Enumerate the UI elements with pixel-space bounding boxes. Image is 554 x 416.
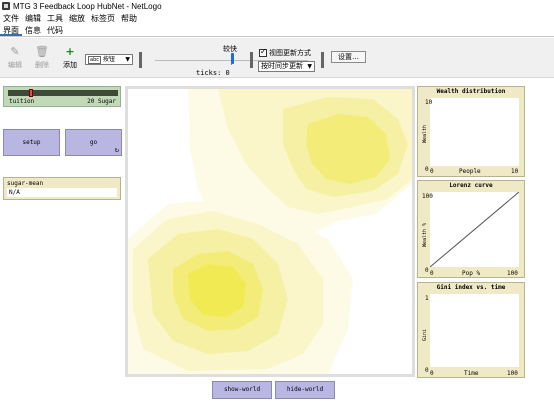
go-button[interactable]: go ↻ <box>65 129 122 156</box>
trash-icon: 🗑 <box>35 45 49 58</box>
plot-xmax: 10 <box>511 168 519 175</box>
plot-ylabel: Gini <box>422 328 428 341</box>
plot-ylabel: Wealth % <box>422 222 428 247</box>
plot-xmax: 100 <box>507 270 518 277</box>
window-title: MTG 3 Feedback Loop HubNet - NetLogo <box>13 1 162 11</box>
menu-bar: 文件 编辑 工具 缩放 标签页 帮助 <box>0 12 554 24</box>
lorenz-equality-line <box>429 191 520 268</box>
plot-ymin: 0 <box>425 367 429 374</box>
pencil-icon: ✎ <box>10 45 20 58</box>
speed-slider-thumb[interactable] <box>231 53 234 64</box>
tab-strip: 界面 信息 代码 <box>0 25 554 37</box>
title-bar: MTG 3 Feedback Loop HubNet - NetLogo <box>0 0 554 12</box>
gini-index-plot[interactable]: Gini index vs. time 1 0 Gini 0 Time 100 <box>417 282 525 378</box>
edit-button[interactable]: ✎ 编辑 <box>4 46 26 70</box>
view-updates-toggle[interactable]: 视图更新方式 <box>259 47 311 58</box>
tab-info[interactable]: 信息 <box>22 25 44 36</box>
lorenz-curve-plot[interactable]: Lorenz curve 100 0 Wealth % 0 Pop % 100 <box>417 180 525 278</box>
menu-edit[interactable]: 编辑 <box>25 13 41 24</box>
chevron-down-icon: ▼ <box>125 56 130 63</box>
wealth-distribution-plot[interactable]: Wealth distribution 10 0 Wealth 0 People… <box>417 86 525 177</box>
plot-xmax: 100 <box>507 370 518 377</box>
settings-button[interactable]: 设置… <box>331 51 366 63</box>
tab-interface[interactable]: 界面 <box>0 25 22 36</box>
view-updates-checkbox[interactable] <box>259 47 267 57</box>
tab-code[interactable]: 代码 <box>44 25 66 36</box>
plot-ymin: 0 <box>425 267 429 274</box>
plot-xlabel: Time <box>464 370 479 377</box>
plot-ymax: 100 <box>422 193 433 200</box>
add-button[interactable]: + 添加 <box>59 46 81 70</box>
toolbar: ✎ 编辑 🗑 删除 + 添加 abc 按钮 ▼ 较快 ticks: 0 视图更新… <box>0 38 554 78</box>
slider-track[interactable] <box>8 90 118 96</box>
menu-tools[interactable]: 工具 <box>47 13 63 24</box>
plot-ylabel: Wealth <box>422 124 428 143</box>
monitor-value: N/A <box>7 188 117 197</box>
speed-label: 较快 <box>223 45 237 53</box>
plot-title: Lorenz curve <box>449 182 493 189</box>
ticks-counter: ticks: 0 <box>196 69 230 77</box>
slider-label: tuition <box>9 98 35 105</box>
plot-ymax: 1 <box>425 295 429 302</box>
monitor-label: sugar-mean <box>7 180 44 187</box>
plot-ymax: 10 <box>425 99 433 106</box>
sugar-mean-monitor: sugar-mean N/A <box>3 177 121 200</box>
toolbar-separator <box>139 52 142 68</box>
plot-title: Wealth distribution <box>436 88 506 95</box>
plot-area <box>429 191 520 268</box>
menu-file[interactable]: 文件 <box>3 13 19 24</box>
widget-type-select[interactable]: abc 按钮 ▼ <box>85 54 133 65</box>
netlogo-app-icon <box>2 2 10 10</box>
sugar-landscape <box>128 89 412 374</box>
tuition-slider[interactable]: tuition 20 Sugar <box>3 86 121 107</box>
slider-value: 20 Sugar <box>87 98 116 105</box>
show-world-button[interactable]: show-world <box>212 381 272 399</box>
plot-area <box>430 294 519 367</box>
button-widget-icon: abc <box>88 56 101 64</box>
hide-world-button[interactable]: hide-world <box>275 381 335 399</box>
toolbar-separator <box>250 52 253 68</box>
menu-zoom[interactable]: 缩放 <box>69 13 85 24</box>
plot-ymin: 0 <box>425 166 429 173</box>
chevron-down-icon: ▼ <box>307 63 312 70</box>
menu-tabs[interactable]: 标签页 <box>91 13 115 24</box>
plot-area <box>430 98 519 166</box>
toolbar-separator <box>321 52 324 68</box>
plot-xmin: 0 <box>430 168 434 175</box>
menu-help[interactable]: 帮助 <box>121 13 137 24</box>
plot-xmin: 0 <box>430 370 434 377</box>
plot-xlabel: Pop % <box>462 270 481 277</box>
setup-button[interactable]: setup <box>3 129 60 156</box>
update-mode-select[interactable]: 按时间步更新 ▼ <box>258 61 315 72</box>
plot-xlabel: People <box>459 168 481 175</box>
forever-loop-icon: ↻ <box>114 146 119 154</box>
plus-icon: + <box>65 45 75 58</box>
slider-thumb[interactable] <box>29 89 34 97</box>
plot-title: Gini index vs. time <box>436 284 506 291</box>
delete-button[interactable]: 🗑 删除 <box>31 46 53 70</box>
world-view[interactable] <box>125 86 415 377</box>
plot-xmin: 0 <box>430 270 434 277</box>
